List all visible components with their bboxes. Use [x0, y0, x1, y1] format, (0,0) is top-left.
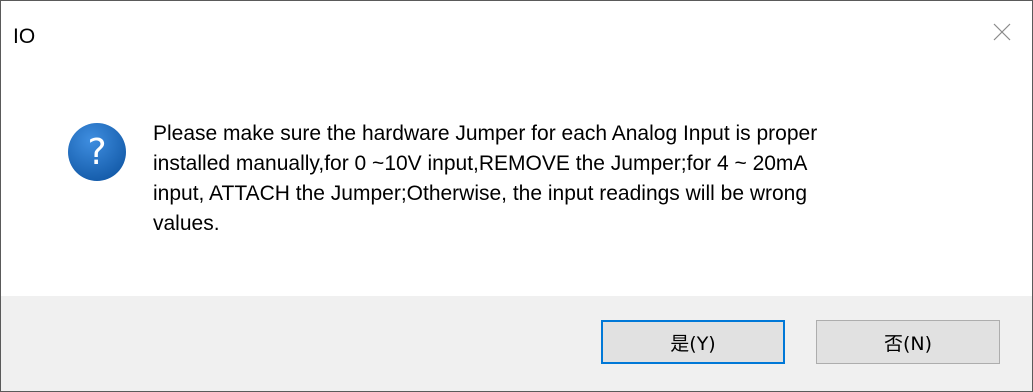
- no-button[interactable]: 否(N): [816, 320, 1000, 364]
- dialog-message: Please make sure the hardware Jumper for…: [153, 122, 818, 235]
- yes-button[interactable]: 是(Y): [601, 320, 785, 364]
- svg-text:?: ?: [87, 132, 106, 173]
- button-bar: 是(Y) 否(N): [1, 296, 1032, 391]
- message-dialog: IO ? Please make sure the hardware Jumpe…: [0, 0, 1033, 392]
- close-button[interactable]: [972, 1, 1032, 63]
- question-icon: ?: [68, 123, 126, 181]
- close-icon: [993, 23, 1011, 41]
- window-title: IO: [13, 25, 36, 48]
- title-bar[interactable]: IO: [1, 1, 1032, 63]
- dialog-content: ? Please make sure the hardware Jumper f…: [1, 63, 1032, 296]
